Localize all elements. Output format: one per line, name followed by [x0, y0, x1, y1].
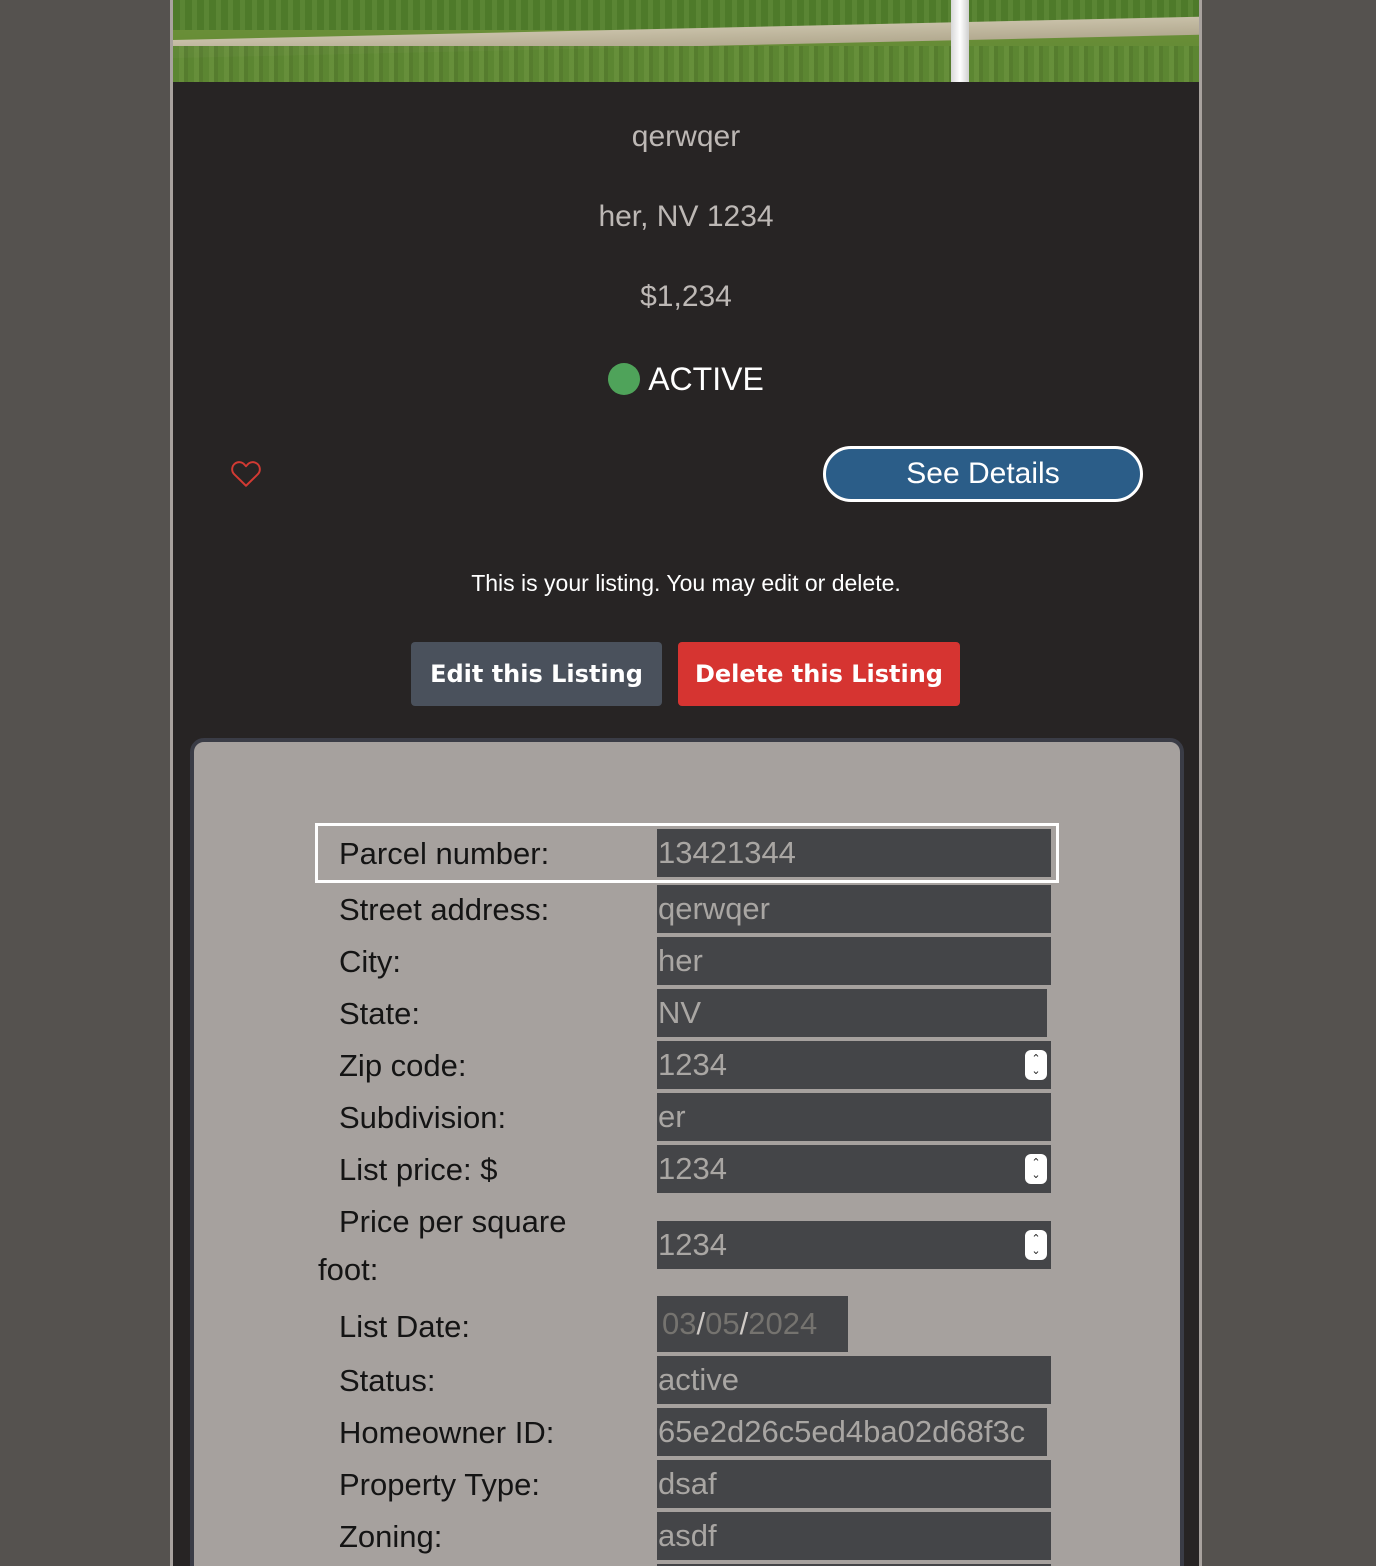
- property-photo: [173, 0, 1199, 82]
- homeowner-id-input[interactable]: 65e2d26c5ed4ba02d68f3c: [657, 1408, 1047, 1456]
- status-field-input[interactable]: active: [657, 1356, 1051, 1404]
- owner-note: This is your listing. You may edit or de…: [471, 570, 901, 596]
- property-type-input[interactable]: dsaf: [657, 1460, 1051, 1508]
- listing-form: Parcel number: 13421344 Street address: …: [190, 738, 1184, 1566]
- state-input[interactable]: NV: [657, 989, 1047, 1037]
- listing-street: qerwqer: [631, 120, 741, 153]
- city-label: City:: [339, 944, 401, 979]
- subdivision-label: Subdivision:: [339, 1100, 507, 1135]
- listing-card: qerwqer her, NV 1234 $1,234 ACTIVE See D…: [170, 0, 1202, 1566]
- list-price-input[interactable]: 1234 ⌃ ⌄: [657, 1145, 1051, 1193]
- zip-code-stepper-icon[interactable]: ⌃ ⌄: [1025, 1050, 1047, 1080]
- status-text: ACTIVE: [648, 360, 764, 397]
- zip-code-label: Zip code:: [339, 1048, 467, 1083]
- parcel-number-input[interactable]: 13421344: [657, 829, 1051, 877]
- state-label: State:: [339, 996, 420, 1031]
- price-per-sqft-label-line1: Price per square: [339, 1204, 567, 1239]
- delete-listing-button[interactable]: Delete this Listing: [678, 642, 960, 706]
- price-per-sqft-value: 1234: [658, 1227, 727, 1262]
- edit-listing-button[interactable]: Edit this Listing: [411, 642, 662, 706]
- homeowner-id-label: Homeowner ID:: [339, 1415, 555, 1450]
- zip-code-value: 1234: [658, 1047, 727, 1082]
- price-per-sqft-label-line2: foot:: [318, 1252, 379, 1287]
- list-date-input[interactable]: 03/05/2024: [657, 1296, 848, 1352]
- zoning-label: Zoning:: [339, 1519, 443, 1554]
- favorite-heart-icon[interactable]: [228, 455, 264, 491]
- listing-city-state-zip: her, NV 1234: [598, 200, 774, 233]
- list-date-month[interactable]: 03: [662, 1306, 696, 1341]
- list-date-label: List Date:: [339, 1309, 470, 1344]
- price-per-sqft-input[interactable]: 1234 ⌃ ⌄: [657, 1221, 1051, 1269]
- list-date-year[interactable]: 2024: [748, 1306, 817, 1341]
- list-price-label: List price: $: [339, 1152, 498, 1187]
- street-address-label: Street address:: [339, 892, 550, 927]
- list-price-value: 1234: [658, 1151, 727, 1186]
- list-date-day[interactable]: 05: [705, 1306, 739, 1341]
- parcel-number-label: Parcel number:: [339, 836, 550, 871]
- status-field-label: Status:: [339, 1363, 436, 1398]
- list-date-separator: /: [739, 1306, 749, 1341]
- zoning-input[interactable]: asdf: [657, 1512, 1051, 1560]
- list-date-separator: /: [696, 1306, 706, 1341]
- price-per-sqft-stepper-icon[interactable]: ⌃ ⌄: [1025, 1230, 1047, 1260]
- list-price-stepper-icon[interactable]: ⌃ ⌄: [1025, 1154, 1047, 1184]
- property-type-label: Property Type:: [339, 1467, 541, 1502]
- see-details-button[interactable]: See Details: [823, 446, 1143, 502]
- city-input[interactable]: her: [657, 937, 1051, 985]
- listing-price: $1,234: [640, 280, 732, 313]
- subdivision-input[interactable]: er: [657, 1093, 1051, 1141]
- zip-code-input[interactable]: 1234 ⌃ ⌄: [657, 1041, 1051, 1089]
- status-indicator: ACTIVE: [173, 356, 1199, 402]
- street-address-input[interactable]: qerwqer: [657, 885, 1051, 933]
- status-dot-icon: [608, 363, 641, 395]
